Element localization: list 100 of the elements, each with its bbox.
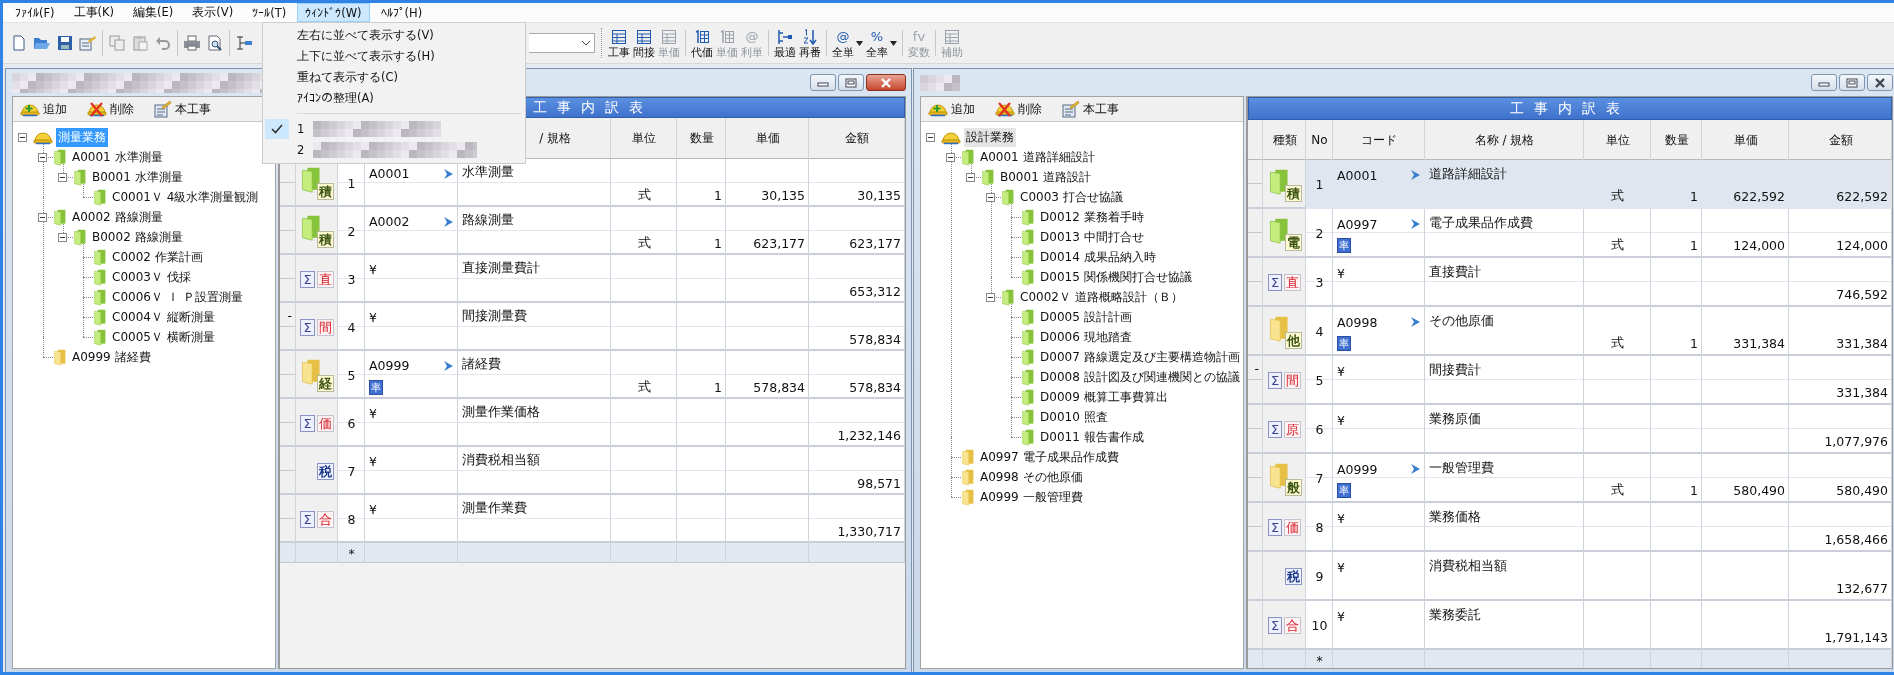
- menu-item[interactable]: ﾌｧｲﾙ(F): [7, 3, 63, 22]
- toolbar-button[interactable]: 再番: [799, 26, 821, 60]
- menu-item[interactable]: 2: [263, 139, 525, 160]
- toolbar-button[interactable]: 間接: [633, 26, 655, 60]
- table-cell-text: 1: [713, 234, 723, 253]
- table-cell-text: 124,000: [1835, 237, 1889, 256]
- table-cell-text: 580,490: [1732, 482, 1786, 501]
- menu-item[interactable]: 重ねて表示する(C): [263, 67, 525, 88]
- table-cell-text: 1: [1314, 176, 1325, 194]
- tree-item[interactable]: D0009 概算工事費算出: [1038, 387, 1170, 407]
- tree-item[interactable]: C0006Ｖ Ｉ Ｐ設置測量: [110, 287, 245, 307]
- table-cell-text: 580,490: [1835, 482, 1889, 501]
- toolbar-button[interactable]: 代価: [691, 26, 713, 60]
- toolbar-button[interactable]: 追加: [17, 99, 70, 119]
- tree-item[interactable]: C0003Ｖ 伐採: [110, 267, 193, 287]
- type-label: 般: [1284, 478, 1302, 496]
- toolbar-button[interactable]: 本工事: [1059, 99, 1122, 119]
- table-cell-text: 路線測量: [461, 211, 515, 229]
- tree-item[interactable]: D0011 報告書作成: [1038, 427, 1146, 447]
- table-cell-text: 式: [636, 233, 652, 252]
- tree-item[interactable]: D0007 路線選定及び主要構造物計画: [1038, 347, 1242, 367]
- tree-item[interactable]: C0004Ｖ 縦断測量: [110, 307, 217, 327]
- tree-item[interactable]: A0002 路線測量: [70, 207, 165, 227]
- table-cell-text: 式: [636, 377, 652, 396]
- tree-item[interactable]: C0003 打合せ協議: [1018, 187, 1125, 207]
- sigma-label: Σ: [300, 318, 315, 336]
- toolbar-glyph: @: [745, 28, 759, 45]
- toolbar-button[interactable]: 削除: [84, 99, 137, 119]
- menu-item[interactable]: 左右に並べて表示する(V): [263, 25, 525, 46]
- toolbar-button[interactable]: 工事: [608, 26, 630, 60]
- type-label: 税: [1285, 568, 1302, 585]
- table-cell-text: 6: [346, 414, 357, 433]
- menu-item[interactable]: ﾍﾙﾌﾟ(H): [372, 3, 431, 22]
- tree-item[interactable]: C0001Ｖ 4級水準測量観測: [110, 187, 261, 207]
- toolbar-button[interactable]: 本工事: [151, 99, 214, 119]
- tree-item[interactable]: D0006 現地踏査: [1038, 327, 1134, 347]
- tree-item[interactable]: 設計業務: [964, 127, 1016, 147]
- table-cell-text: 6: [1314, 421, 1325, 439]
- type-label: 税: [317, 462, 334, 480]
- tree-item[interactable]: D0012 業務着手時: [1038, 207, 1146, 227]
- menu-item[interactable]: 表示(V): [184, 3, 242, 22]
- type-label: 積: [317, 231, 334, 248]
- table-cell: ¥: [1337, 559, 1345, 575]
- table-cell-text: 7: [1314, 470, 1325, 488]
- toolbar-button[interactable]: % 全率: [866, 26, 888, 60]
- type-label: 合: [1284, 617, 1302, 634]
- toolbar-button[interactable]: 追加: [925, 99, 978, 119]
- column-header: 単価: [754, 130, 781, 147]
- tree-item[interactable]: A0998 その他原価: [978, 467, 1085, 487]
- column-header: / 規格: [538, 130, 572, 147]
- tree-item[interactable]: B0001 水準測量: [90, 167, 185, 187]
- table-cell-text: 10: [1310, 617, 1329, 635]
- table-cell-text: 331,384: [1732, 335, 1786, 354]
- sigma-label: Σ: [300, 270, 315, 288]
- table-cell-text: 一般管理費: [1428, 458, 1495, 477]
- table-cell-text: 間接測量費: [461, 307, 528, 325]
- table-cell-text: 30,135: [760, 186, 806, 205]
- table-cell-text: 間接費計: [1428, 360, 1482, 379]
- table-cell-text: 消費税相当額: [461, 451, 541, 469]
- toolbar-glyph: fv: [912, 28, 926, 45]
- type-label: 直: [1284, 274, 1302, 291]
- table-cell-text: 1: [713, 378, 723, 397]
- tree-item[interactable]: A0997 電子成果品作成費: [978, 447, 1121, 467]
- tree-item[interactable]: A0001 水準測量: [70, 147, 165, 167]
- column-header: 単位: [1604, 131, 1631, 149]
- table-cell-text: 1: [713, 186, 723, 205]
- menu-item[interactable]: ﾂｰﾙ(T): [244, 3, 295, 22]
- table-cell-text: 諸経費: [461, 355, 502, 373]
- tree-item[interactable]: D0015 関係機関打合せ協議: [1038, 267, 1194, 287]
- toolbar-button[interactable]: @ 全単: [832, 26, 854, 60]
- toolbar-button[interactable]: 削除: [992, 99, 1045, 119]
- menu-item[interactable]: 工事(K): [65, 3, 123, 22]
- tree-item[interactable]: C0002 作業計画: [110, 247, 205, 267]
- toolbar-button[interactable]: 最適: [774, 26, 796, 60]
- table-cell-text: 水準測量: [461, 163, 515, 181]
- toolbar-glyph: @: [836, 28, 850, 45]
- menu-item[interactable]: 1: [263, 118, 525, 139]
- tree-item[interactable]: D0008 設計図及び関連機関との協議: [1038, 367, 1242, 387]
- table-cell-text: 4: [1314, 323, 1325, 341]
- tree-item[interactable]: A0999 諸経費: [70, 347, 153, 367]
- tree-item[interactable]: A0001 道路詳細設計: [978, 147, 1097, 167]
- tree-item[interactable]: D0010 照査: [1038, 407, 1110, 427]
- tree-item[interactable]: D0013 中間打合せ: [1038, 227, 1146, 247]
- tree-item[interactable]: D0005 設計計画: [1038, 307, 1134, 327]
- tree-item[interactable]: D0014 成果品納入時: [1038, 247, 1158, 267]
- menu-item[interactable]: 編集(E): [125, 3, 182, 22]
- table-cell-text: 5: [346, 366, 357, 385]
- tree-item[interactable]: C0005Ｖ 横断測量: [110, 327, 217, 347]
- table-cell-text: 道路詳細設計: [1428, 164, 1508, 183]
- menu-item[interactable]: ｳｨﾝﾄﾞｳ(W): [297, 3, 370, 22]
- table-cell-text: その他原価: [1428, 311, 1495, 330]
- sigma-label: Σ: [1267, 274, 1283, 291]
- tree-item[interactable]: A0999 一般管理費: [978, 487, 1085, 507]
- tree-item[interactable]: B0001 道路設計: [998, 167, 1093, 187]
- table-cell: ¥: [1337, 265, 1345, 281]
- tree-item[interactable]: C0002Ｖ 道路概略設計（Ｂ）: [1018, 287, 1185, 307]
- type-label: 経: [317, 375, 334, 392]
- tree-item[interactable]: B0002 路線測量: [90, 227, 185, 247]
- menu-item[interactable]: 上下に並べて表示する(H): [263, 46, 525, 67]
- table-cell-text: 1,330,717: [836, 522, 902, 541]
